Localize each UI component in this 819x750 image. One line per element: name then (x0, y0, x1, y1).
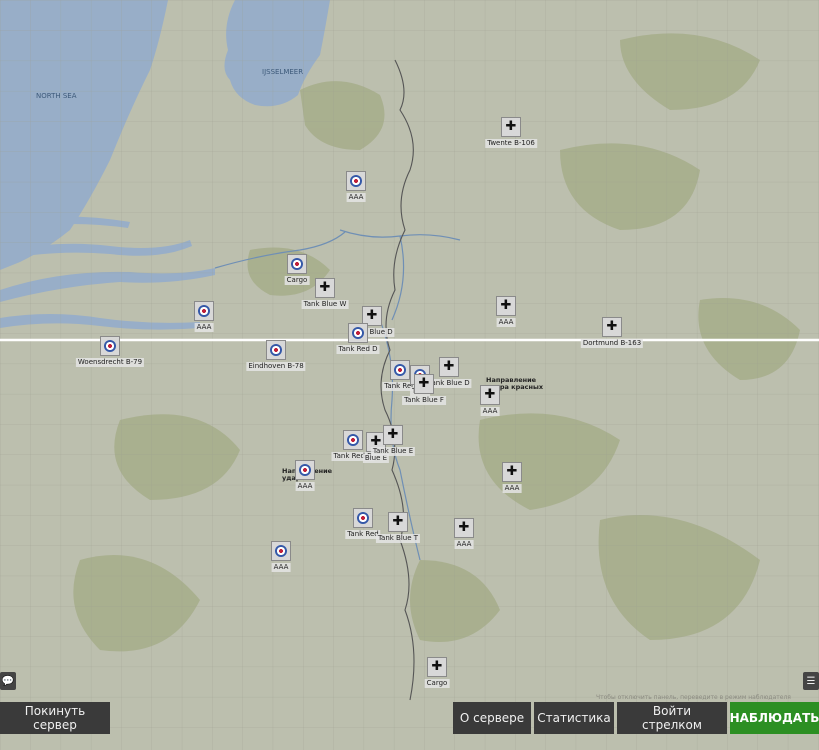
unit-label: Eindhoven B-78 (246, 362, 306, 371)
balkenkreuz-icon: ✚ (319, 280, 331, 295)
unit-label: Dortmund B-163 (580, 339, 644, 348)
allied-unit-marker[interactable] (100, 336, 120, 356)
unit-label: Cargo (424, 679, 450, 688)
axis-unit-marker[interactable]: ✚ (414, 374, 434, 394)
unit-label: AAA (480, 407, 500, 416)
unit-label: Cargo (284, 276, 310, 285)
unit-label: Tank Red D (336, 345, 380, 354)
balkenkreuz-icon: ✚ (484, 387, 496, 402)
balkenkreuz-icon: ✚ (431, 659, 443, 674)
balkenkreuz-icon: ✚ (458, 520, 470, 535)
axis-unit-marker[interactable]: ✚ (501, 117, 521, 137)
roundel-icon (270, 344, 282, 356)
balkenkreuz-icon: ✚ (418, 376, 430, 391)
statistics-button[interactable]: Статистика (534, 702, 614, 734)
chat-button[interactable]: 💬 (0, 672, 16, 690)
join-gunner-button[interactable]: Войти стрелком (617, 702, 727, 734)
roundel-icon (291, 258, 303, 270)
unit-label: Tank Blue F (402, 396, 446, 405)
observer-hint: Чтобы отключить панель, переведите в реж… (596, 694, 791, 701)
unit-label: Tank Blue T (375, 534, 421, 543)
balkenkreuz-icon: ✚ (500, 298, 512, 313)
axis-unit-marker[interactable]: ✚ (315, 278, 335, 298)
axis-unit-marker[interactable]: ✚ (480, 385, 500, 405)
unit-label: Tank Blue E (370, 447, 416, 456)
menu-button[interactable]: ☰ (803, 672, 819, 690)
axis-unit-marker[interactable]: ✚ (427, 657, 447, 677)
allied-unit-marker[interactable] (194, 301, 214, 321)
axis-unit-marker[interactable]: ✚ (388, 512, 408, 532)
allied-unit-marker[interactable] (271, 541, 291, 561)
allied-unit-marker[interactable] (348, 323, 368, 343)
menu-icon: ☰ (806, 675, 816, 687)
unit-label: AAA (496, 318, 516, 327)
axis-unit-marker[interactable]: ✚ (502, 462, 522, 482)
allied-unit-marker[interactable] (266, 340, 286, 360)
axis-unit-marker[interactable]: ✚ (496, 296, 516, 316)
observe-button[interactable]: НАБЛЮДАТЬ (730, 702, 819, 734)
roundel-icon (347, 434, 359, 446)
unit-label: AAA (295, 482, 315, 491)
roundel-icon (352, 327, 364, 339)
allied-unit-marker[interactable] (295, 460, 315, 480)
roundel-icon (198, 305, 210, 317)
balkenkreuz-icon: ✚ (392, 514, 404, 529)
roundel-icon (104, 340, 116, 352)
axis-unit-marker[interactable]: ✚ (454, 518, 474, 538)
allied-unit-marker[interactable] (287, 254, 307, 274)
unit-label: Twente B-106 (485, 139, 537, 148)
balkenkreuz-icon: ✚ (366, 308, 378, 323)
axis-unit-marker[interactable]: ✚ (383, 425, 403, 445)
allied-unit-marker[interactable] (346, 171, 366, 191)
roundel-icon (357, 512, 369, 524)
axis-unit-marker[interactable]: ✚ (602, 317, 622, 337)
roundel-icon (275, 545, 287, 557)
unit-label: Tank Blue W (301, 300, 349, 309)
roundel-icon (350, 175, 362, 187)
unit-label: AAA (271, 563, 291, 572)
balkenkreuz-icon: ✚ (387, 427, 399, 442)
balkenkreuz-icon: ✚ (506, 464, 518, 479)
allied-unit-marker[interactable] (343, 430, 363, 450)
unit-label: Woensdrecht B-79 (75, 358, 145, 367)
about-server-button[interactable]: О сервере (453, 702, 531, 734)
unit-label: AAA (346, 193, 366, 202)
north-sea-label: NORTH SEA (36, 92, 77, 100)
ijsselmeer-label: IJSSELMEER (262, 68, 304, 76)
allied-unit-marker[interactable] (353, 508, 373, 528)
balkenkreuz-icon: ✚ (606, 319, 618, 334)
allied-unit-marker[interactable] (390, 360, 410, 380)
unit-label: AAA (502, 484, 522, 493)
unit-label: AAA (194, 323, 214, 332)
axis-unit-marker[interactable]: ✚ (439, 357, 459, 377)
balkenkreuz-icon: ✚ (443, 359, 455, 374)
unit-label: AAA (454, 540, 474, 549)
leave-server-button[interactable]: Покинуть сервер (0, 702, 110, 734)
chat-icon: 💬 (1, 675, 15, 687)
balkenkreuz-icon: ✚ (505, 119, 517, 134)
roundel-icon (299, 464, 311, 476)
roundel-icon (394, 364, 406, 376)
